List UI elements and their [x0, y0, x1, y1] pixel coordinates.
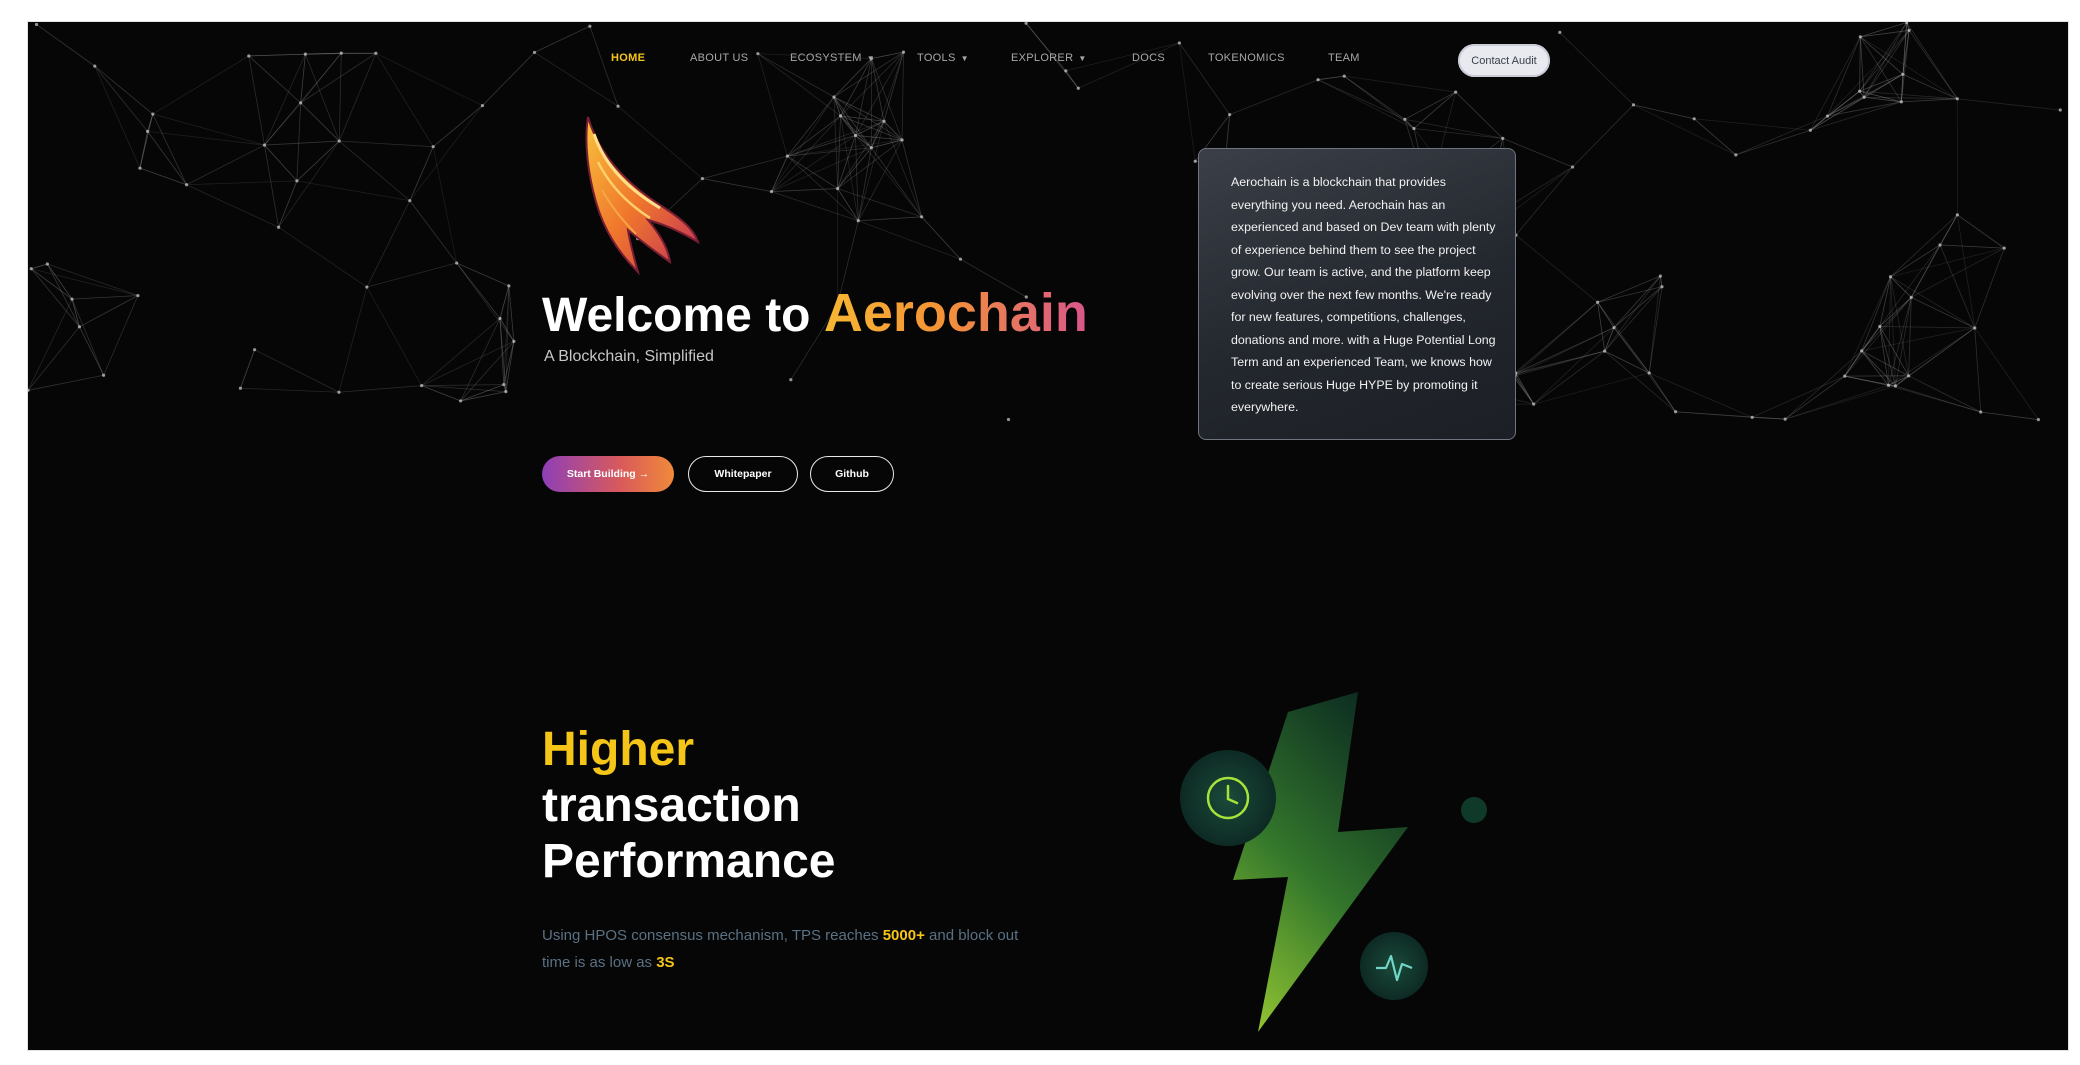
network-lines — [28, 22, 2061, 421]
github-button[interactable]: Github — [810, 456, 894, 492]
nav-docs[interactable]: DOCS — [1132, 52, 1165, 64]
block-time-value: 3S — [656, 954, 675, 971]
page-frame: HOME ABOUT US ECOSYSTEM ▼ TOOLS ▼ EXPLORER… — [28, 22, 2068, 1050]
performance-description: Using HPOS consensus mechanism, TPS reac… — [542, 922, 1022, 976]
nav-tokenomics-label: TOKENOMICS — [1208, 52, 1285, 64]
nav-about-us[interactable]: ABOUT US — [690, 52, 748, 64]
hero-title-prefix: Welcome to — [542, 289, 811, 342]
nav-home[interactable]: HOME — [611, 52, 645, 64]
start-building-button[interactable]: Start Building → — [542, 456, 674, 492]
performance-title: Higher transaction Performance — [542, 722, 835, 890]
network-background — [28, 22, 2062, 422]
hero-title-brand: Aerochain — [823, 283, 1088, 343]
nav-about-us-label: ABOUT US — [690, 52, 749, 64]
whitepaper-button[interactable]: Whitepaper — [688, 456, 798, 492]
nav-docs-label: DOCS — [1132, 52, 1165, 64]
performance-title-line3: Performance — [542, 835, 836, 888]
performance-illustration — [1180, 692, 1487, 1032]
nav-home-label: HOME — [611, 52, 646, 64]
performance-desc-part1: Using HPOS consensus mechanism, TPS reac… — [542, 927, 883, 944]
performance-title-line1: Higher — [542, 723, 695, 776]
performance-title-line2: transaction — [542, 779, 801, 832]
nav-ecosystem-label: ECOSYSTEM — [790, 52, 862, 64]
top-nav: HOME ABOUT US ECOSYSTEM ▼ TOOLS ▼ EXPLORER… — [28, 38, 2068, 78]
about-info-text: Aerochain is a blockchain that provides … — [1231, 175, 1496, 414]
nav-tokenomics[interactable]: TOKENOMICS — [1208, 52, 1285, 64]
nav-explorer-label: EXPLORER — [1011, 52, 1074, 64]
winged-logo-icon — [585, 116, 700, 276]
nav-tools[interactable]: TOOLS ▼ — [917, 52, 969, 64]
nav-tools-label: TOOLS — [917, 52, 956, 64]
pulse-icon — [1360, 932, 1428, 1000]
hero-title: Welcome to Aerochain — [542, 282, 1088, 344]
clock-icon — [1180, 750, 1276, 846]
nav-team-label: TEAM — [1328, 52, 1360, 64]
nav-ecosystem[interactable]: ECOSYSTEM ▼ — [790, 52, 875, 64]
chevron-down-icon: ▼ — [866, 54, 875, 63]
about-info-card: Aerochain is a blockchain that provides … — [1198, 148, 1516, 440]
nav-explorer[interactable]: EXPLORER ▼ — [1011, 52, 1087, 64]
chevron-down-icon: ▼ — [1078, 54, 1087, 63]
tps-value: 5000+ — [882, 927, 925, 944]
decor-dot — [1461, 797, 1487, 823]
contact-audit-button[interactable]: Contact Audit — [1458, 44, 1550, 77]
hero-subtitle: A Blockchain, Simplified — [544, 348, 714, 365]
chevron-down-icon: ▼ — [960, 54, 969, 63]
nav-team[interactable]: TEAM — [1328, 52, 1360, 64]
